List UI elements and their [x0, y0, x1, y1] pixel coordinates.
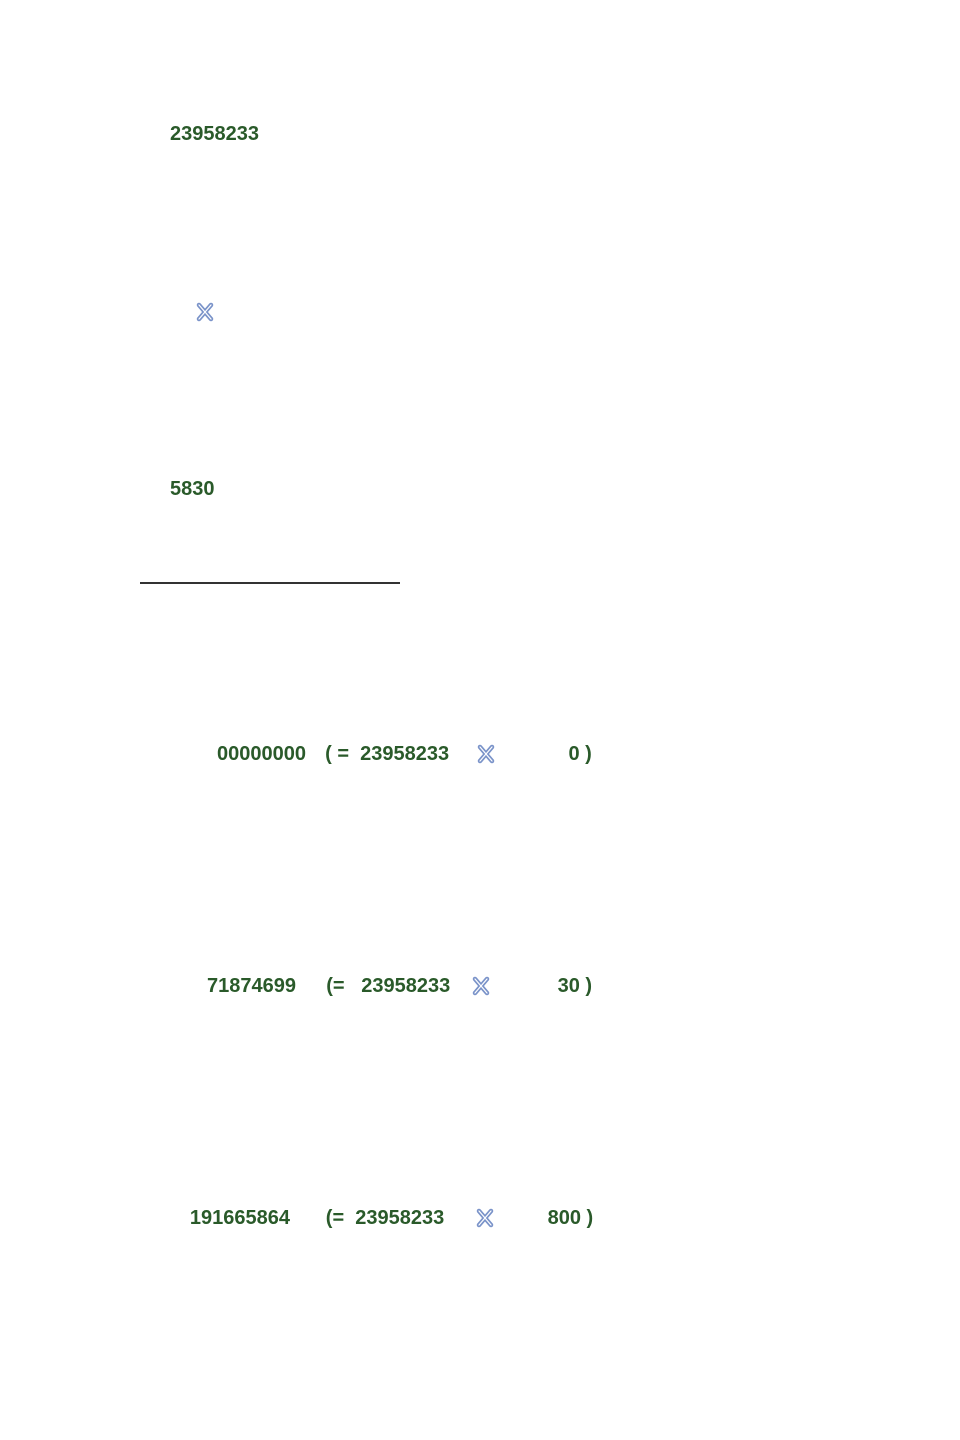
plus-sign: +	[124, 1435, 140, 1440]
paren-close: )	[580, 739, 592, 769]
multiplier: 5830	[140, 478, 960, 501]
partial-row-1: 71874699 (= 23958233 30 )	[140, 916, 960, 1056]
times-icon	[472, 916, 505, 1056]
times-icon	[477, 684, 510, 824]
partial-value: 119791165	[140, 1435, 290, 1440]
partial-row-3: + 119791165 (= 23958233 5000 )	[140, 1380, 960, 1440]
rule-1	[140, 582, 400, 584]
times-icon	[196, 256, 229, 368]
partial-base: 23958233	[350, 1435, 439, 1440]
paren: (=	[290, 1435, 350, 1440]
long-multiplication: 23958233 5830 00000000 ( = 23958233 0 )	[0, 0, 960, 1440]
paren-close: )	[575, 1435, 587, 1440]
paren: (=	[296, 971, 361, 1001]
partial-mult: 800	[548, 1203, 581, 1233]
partial-value: 191665864	[140, 1203, 290, 1233]
partial-value: 71874699	[146, 971, 296, 1001]
paren-close: )	[580, 971, 592, 1001]
partial-row-0: 00000000 ( = 23958233 0 )	[140, 684, 960, 824]
partial-base: 23958233	[361, 971, 450, 1001]
partial-base: 23958233	[360, 739, 449, 769]
partial-base: 23958233	[355, 1203, 444, 1233]
multiplicand: 23958233	[140, 123, 960, 146]
paren-close: )	[581, 1203, 593, 1233]
partial-value: 00000000	[156, 739, 306, 769]
times-icon	[476, 1148, 509, 1288]
partial-mult: 30	[558, 971, 580, 1001]
paren: (=	[290, 1203, 355, 1233]
paren: ( =	[306, 739, 360, 769]
partial-row-2: 191665864 (= 23958233 800 )	[140, 1148, 960, 1288]
operator-row	[140, 233, 960, 391]
partial-mult: 0	[568, 739, 579, 769]
partial-mult: 5000	[530, 1435, 575, 1440]
times-icon	[473, 1380, 506, 1440]
